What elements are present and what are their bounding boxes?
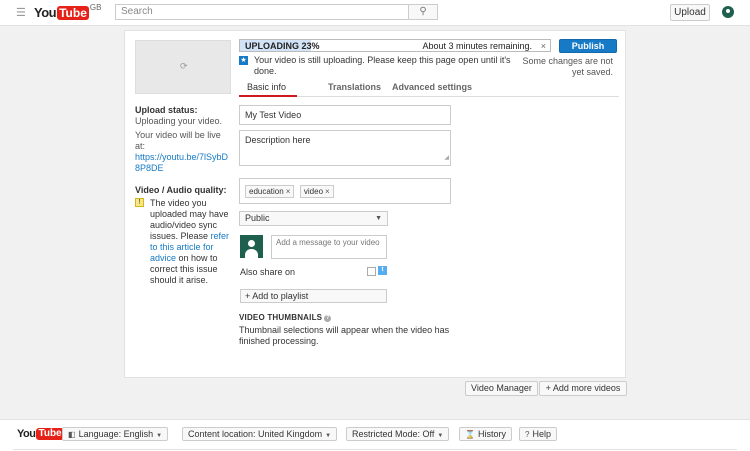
share-twitter-checkbox[interactable] <box>367 267 376 276</box>
language-label: Language: English <box>78 429 154 439</box>
country-code: GB <box>89 3 102 12</box>
tag-chip: education × <box>245 185 295 198</box>
footer-divider <box>13 449 737 450</box>
remove-tag-icon[interactable]: × <box>325 187 330 196</box>
privacy-value: Public <box>245 213 270 223</box>
language-button[interactable]: ◧ Language: English ▼ <box>62 427 169 441</box>
help-icon[interactable]: ? <box>324 315 332 322</box>
restricted-mode-label: Restricted Mode: Off <box>352 429 435 439</box>
language-icon: ◧ <box>68 430 76 439</box>
footer-youtube-logo[interactable]: You Tube <box>17 428 64 440</box>
footer-logo-you: You <box>17 428 36 440</box>
help-icon: ? <box>525 430 530 439</box>
content-location-button[interactable]: Content location: United Kingdom ▼ <box>182 427 338 441</box>
cancel-upload-icon[interactable]: × <box>541 40 546 52</box>
upload-status-text: Uploading your video. <box>135 116 223 126</box>
active-tab-indicator <box>239 95 297 97</box>
time-remaining: About 3 minutes remaining. <box>422 41 532 51</box>
video-thumbnails-title: VIDEO THUMBNAILS <box>239 313 323 322</box>
add-to-playlist-button[interactable]: + Add to playlist <box>240 289 387 303</box>
upload-card: ⟳ UPLOADING 23% About 3 minutes remainin… <box>124 30 626 378</box>
search-button[interactable]: ⚲ <box>408 4 438 20</box>
title-input[interactable]: My Test Video <box>239 105 451 125</box>
remove-tag-icon[interactable]: × <box>286 187 291 196</box>
twitter-icon: t <box>378 266 387 275</box>
progress-label: UPLOADING 23% <box>245 41 320 51</box>
also-share-label: Also share on <box>240 267 296 277</box>
search-icon: ⚲ <box>419 6 427 17</box>
logo-you-text: You <box>34 5 57 20</box>
quality-warning: ! The video you uploaded may have audio/… <box>135 198 231 285</box>
history-label: History <box>477 429 506 439</box>
resize-handle-icon[interactable]: ◢ <box>444 152 449 164</box>
logo-tube-text: Tube <box>57 5 89 20</box>
history-button[interactable]: ⌛ History <box>459 427 512 441</box>
search-input[interactable]: Search <box>115 4 409 20</box>
thumbnails-message: Thumbnail selections will appear when th… <box>239 325 450 346</box>
unsaved-changes-message: Some changes are not yet saved. <box>522 56 613 77</box>
chevron-down-icon: ▼ <box>375 215 382 222</box>
hourglass-icon: ⌛ <box>465 430 475 439</box>
publish-button[interactable]: Publish <box>559 39 617 53</box>
tag-label: video <box>303 187 324 196</box>
help-label: Help <box>532 429 551 439</box>
info-star-icon: ★ <box>239 56 248 65</box>
upload-progress-bar: UPLOADING 23% About 3 minutes remaining.… <box>239 39 551 52</box>
tab-translations[interactable]: Translations <box>328 82 381 92</box>
video-url-link[interactable]: https://youtu.be/7lSybD8P8DE <box>135 152 231 174</box>
chevron-down-icon: ▼ <box>156 433 163 439</box>
help-button[interactable]: ? Help <box>519 427 557 441</box>
description-textarea[interactable]: Description here ◢ <box>239 130 451 166</box>
description-text: Description here <box>245 135 311 145</box>
account-avatar[interactable] <box>722 6 734 18</box>
tab-advanced-settings[interactable]: Advanced settings <box>392 82 472 92</box>
tag-chip: video × <box>299 185 334 198</box>
privacy-select[interactable]: Public ▼ <box>239 211 388 226</box>
chevron-down-icon: ▼ <box>437 433 444 439</box>
tags-input[interactable]: education × video × <box>239 178 451 204</box>
tab-basic-info[interactable]: Basic info <box>247 82 286 92</box>
tag-label: education <box>249 187 284 196</box>
loading-spinner-icon: ⟳ <box>180 61 188 71</box>
upload-button[interactable]: Upload <box>670 4 710 21</box>
restricted-mode-button[interactable]: Restricted Mode: Off ▼ <box>346 427 450 441</box>
video-manager-button[interactable]: Video Manager <box>465 381 538 396</box>
tab-bar: Basic info Translations Advanced setting… <box>239 81 619 97</box>
upload-status-heading: Upload status: <box>135 105 198 115</box>
menu-icon[interactable]: ☰ <box>16 6 26 19</box>
content-location-label: Content location: United Kingdom <box>188 429 323 439</box>
upload-status-message: Your video is still uploading. Please ke… <box>254 55 511 76</box>
page-footer: You Tube ◧ Language: English ▼ Content loc… <box>0 419 750 451</box>
live-at-text: Your video will be live at: <box>135 130 221 151</box>
footer-logo-tube: Tube <box>36 428 64 440</box>
upload-info-column: Upload status: Uploading your video. You… <box>135 105 231 285</box>
channel-avatar <box>240 235 263 258</box>
quality-warning-text: The video you uploaded may have audio/vi… <box>150 198 230 286</box>
share-message-textarea[interactable]: Add a message to your video <box>271 235 387 259</box>
video-thumbnails-heading: VIDEO THUMBNAILS? <box>239 313 332 322</box>
masthead: ☰ You Tube GB Search ⚲ Upload <box>0 0 750 26</box>
youtube-logo[interactable]: You Tube GB <box>34 3 102 20</box>
add-more-videos-button[interactable]: + Add more videos <box>539 381 627 396</box>
video-thumbnail-placeholder: ⟳ <box>135 40 231 94</box>
chevron-down-icon: ▼ <box>325 433 332 439</box>
quality-heading: Video / Audio quality: <box>135 185 227 195</box>
warning-icon: ! <box>135 198 144 207</box>
